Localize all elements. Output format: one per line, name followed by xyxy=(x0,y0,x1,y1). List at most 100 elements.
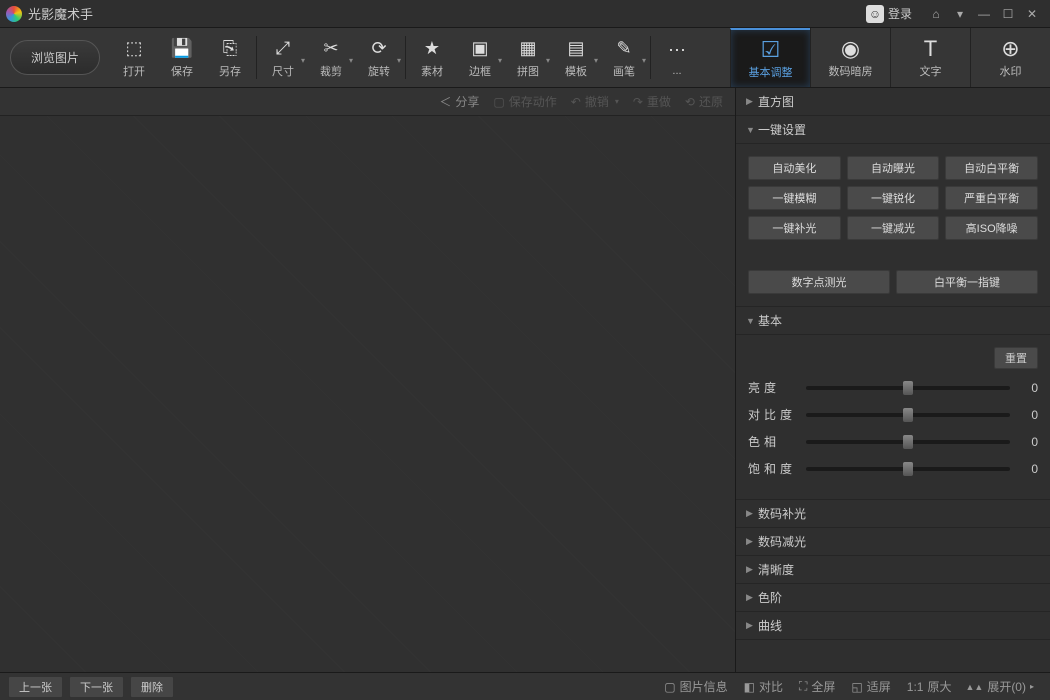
slider-track[interactable] xyxy=(806,440,1010,444)
chevron-right-icon: ▶ xyxy=(746,620,758,631)
share-icon: ＜ xyxy=(439,93,451,110)
undo-icon: ↶ xyxy=(571,95,581,109)
toolbar-save-button[interactable]: 💾保存 xyxy=(158,28,206,87)
status-icon-2: ⛶ xyxy=(799,679,807,694)
text-icon: T xyxy=(924,37,937,61)
slider-value: 0 xyxy=(1018,435,1038,449)
section-oneclick[interactable]: ▼一键设置 xyxy=(736,116,1050,144)
template-icon: ▤ xyxy=(567,37,584,61)
status-icon-4: 1:1 xyxy=(907,680,924,694)
toolbar-crop-button[interactable]: ✂裁剪 xyxy=(307,28,355,87)
login-avatar-icon[interactable]: ☺ xyxy=(866,5,884,23)
next-image-button[interactable]: 下一张 xyxy=(69,676,124,698)
undo-button[interactable]: ↶撤销▾ xyxy=(571,93,619,110)
toolbar-saveas-button[interactable]: ⎘另存 xyxy=(206,28,254,87)
share-button[interactable]: ＜分享 xyxy=(439,93,479,110)
prev-image-button[interactable]: 上一张 xyxy=(8,676,63,698)
toolbar-more-button[interactable]: ⋯... xyxy=(653,28,701,87)
restore-button[interactable]: ⟲还原 xyxy=(685,93,723,110)
status-4[interactable]: 1:1原大 xyxy=(907,678,952,695)
chevron-right-icon: ▶ xyxy=(746,508,758,519)
toolbar-template-button[interactable]: ▤模板 xyxy=(552,28,600,87)
toolbar-open-button[interactable]: ⬚打开 xyxy=(110,28,158,87)
oneclick-btn-2[interactable]: 自动白平衡 xyxy=(945,156,1038,180)
login-link[interactable]: 登录 xyxy=(888,5,912,22)
toolbar-asset-button[interactable]: ★素材 xyxy=(408,28,456,87)
record-icon: ▢ xyxy=(493,95,504,109)
brush-icon: ✎ xyxy=(616,37,631,61)
main-toolbar: 浏览图片 ⬚打开💾保存⎘另存⤢尺寸✂裁剪⟳旋转★素材▣边框▦拼图▤模板✎画笔⋯.… xyxy=(0,28,1050,88)
section-collapsed-4[interactable]: ▶曲线 xyxy=(736,612,1050,640)
section-collapsed-1[interactable]: ▶数码减光 xyxy=(736,528,1050,556)
section-collapsed-3[interactable]: ▶色阶 xyxy=(736,584,1050,612)
status-1[interactable]: ◧对比 xyxy=(744,678,783,695)
save-icon: 💾 xyxy=(171,37,193,61)
slider-track[interactable] xyxy=(806,413,1010,417)
watermark-icon: ⊕ xyxy=(1001,37,1019,61)
oneclick-btn-0[interactable]: 自动美化 xyxy=(748,156,841,180)
tab-watermark[interactable]: ⊕水印 xyxy=(970,28,1050,87)
image-canvas[interactable] xyxy=(0,116,735,672)
right-panel: ▶直方图 ▼一键设置 自动美化自动曝光自动白平衡一键模糊一键锐化严重白平衡一键补… xyxy=(735,88,1050,672)
chevron-right-icon: ▶ xyxy=(746,592,758,603)
slider-thumb[interactable] xyxy=(903,462,913,476)
section-basic[interactable]: ▼基本 xyxy=(736,307,1050,335)
chevron-right-icon: ▶ xyxy=(746,564,758,575)
browse-images-button[interactable]: 浏览图片 xyxy=(10,40,100,75)
slider-row-2: 色相 0 xyxy=(748,433,1038,450)
settings-button[interactable]: ▾ xyxy=(948,4,972,24)
app-title: 光影魔术手 xyxy=(28,4,866,23)
oneclick-btn-5[interactable]: 严重白平衡 xyxy=(945,186,1038,210)
oneclick-btn-7[interactable]: 一键减光 xyxy=(847,216,940,240)
status-0[interactable]: ▢图片信息 xyxy=(664,678,727,695)
section-histogram[interactable]: ▶直方图 xyxy=(736,88,1050,116)
crop-icon: ✂ xyxy=(323,37,338,61)
tab-adjust[interactable]: ☑基本调整 xyxy=(730,28,810,87)
status-icon-1: ◧ xyxy=(744,680,755,694)
toolbar-size-button[interactable]: ⤢尺寸 xyxy=(259,28,307,87)
home-button[interactable]: ⌂ xyxy=(924,4,948,24)
oneclick-btn-4[interactable]: 一键锐化 xyxy=(847,186,940,210)
slider-label: 饱和度 xyxy=(748,460,798,477)
oneclick-btn2-0[interactable]: 数字点测光 xyxy=(748,270,890,294)
adjust-icon: ☑ xyxy=(761,38,781,62)
toolbar-brush-button[interactable]: ✎画笔 xyxy=(600,28,648,87)
slider-thumb[interactable] xyxy=(903,435,913,449)
oneclick-btn-8[interactable]: 高ISO降噪 xyxy=(945,216,1038,240)
section-collapsed-2[interactable]: ▶清晰度 xyxy=(736,556,1050,584)
slider-track[interactable] xyxy=(806,467,1010,471)
redo-button[interactable]: ↷重做 xyxy=(633,93,671,110)
maximize-button[interactable]: ☐ xyxy=(996,4,1020,24)
status-3[interactable]: ◱适屏 xyxy=(851,678,890,695)
section-collapsed-0[interactable]: ▶数码补光 xyxy=(736,500,1050,528)
slider-track[interactable] xyxy=(806,386,1010,390)
slider-row-0: 亮度 0 xyxy=(748,379,1038,396)
save-action-button[interactable]: ▢保存动作 xyxy=(493,93,556,110)
close-button[interactable]: ✕ xyxy=(1020,4,1044,24)
chevron-down-icon: ▼ xyxy=(746,316,758,326)
expand-button[interactable]: ▲▲展开(0)▸ xyxy=(965,678,1034,695)
action-bar: ＜分享 ▢保存动作 ↶撤销▾ ↷重做 ⟲还原 xyxy=(0,88,735,116)
delete-button[interactable]: 删除 xyxy=(130,676,174,698)
titlebar: 光影魔术手 ☺ 登录 ⌂ ▾ — ☐ ✕ xyxy=(0,0,1050,28)
toolbar-border-button[interactable]: ▣边框 xyxy=(456,28,504,87)
reset-button[interactable]: 重置 xyxy=(994,347,1038,369)
toolbar-collage-button[interactable]: ▦拼图 xyxy=(504,28,552,87)
slider-thumb[interactable] xyxy=(903,381,913,395)
oneclick-btn-3[interactable]: 一键模糊 xyxy=(748,186,841,210)
chevron-right-icon: ▶ xyxy=(746,96,758,107)
slider-thumb[interactable] xyxy=(903,408,913,422)
app-logo-icon xyxy=(6,6,22,22)
chevron-down-icon: ▼ xyxy=(746,125,758,135)
oneclick-btn-1[interactable]: 自动曝光 xyxy=(847,156,940,180)
asset-icon: ★ xyxy=(424,37,440,61)
minimize-button[interactable]: — xyxy=(972,4,996,24)
oneclick-btn-6[interactable]: 一键补光 xyxy=(748,216,841,240)
border-icon: ▣ xyxy=(471,37,488,61)
canvas-area: ＜分享 ▢保存动作 ↶撤销▾ ↷重做 ⟲还原 xyxy=(0,88,735,672)
status-2[interactable]: ⛶全屏 xyxy=(799,678,835,695)
tab-darkroom[interactable]: ◉数码暗房 xyxy=(810,28,890,87)
toolbar-rotate-button[interactable]: ⟳旋转 xyxy=(355,28,403,87)
tab-text[interactable]: T文字 xyxy=(890,28,970,87)
oneclick-btn2-1[interactable]: 白平衡一指键 xyxy=(896,270,1038,294)
